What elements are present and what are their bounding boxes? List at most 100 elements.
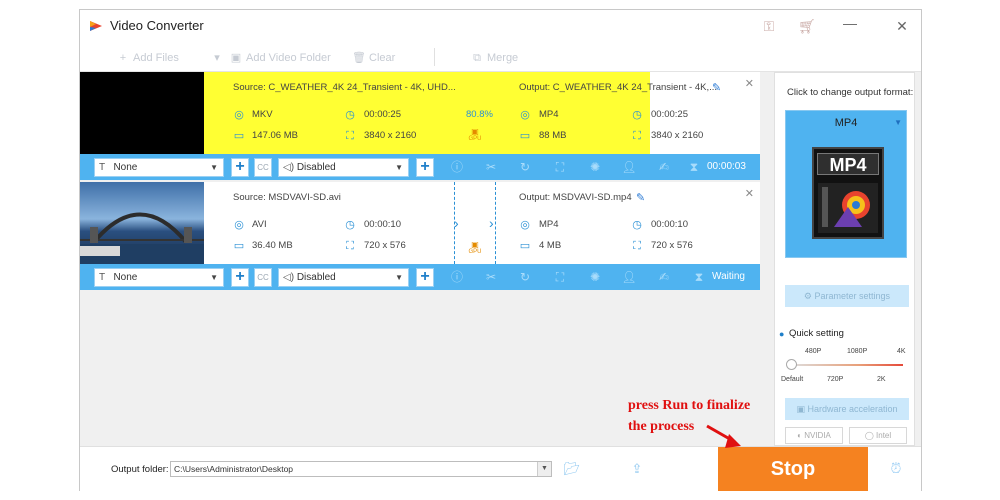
nvidia-chip[interactable]: ◐ NVIDIA bbox=[785, 427, 843, 444]
tick-label: 720P bbox=[827, 376, 844, 383]
task-row[interactable]: Source: MSDVAVI-SD.avi ◎ AVI ◷ 00:00:10 … bbox=[80, 182, 760, 264]
subtitle-dropdown[interactable]: T None ▼ bbox=[94, 268, 224, 287]
intel-chip[interactable]: ◯ Intel bbox=[849, 427, 907, 444]
annotation-arrow-icon bbox=[706, 424, 741, 448]
caret-down-icon: ▼ bbox=[395, 163, 403, 172]
source-duration: 00:00:25 bbox=[364, 109, 401, 120]
clock-icon: ◷ bbox=[632, 219, 642, 231]
clear-button[interactable]: 🗑︎ Clear bbox=[352, 50, 395, 66]
source-resolution: 3840 x 2160 bbox=[364, 130, 417, 141]
rotate-icon[interactable]: ↻ bbox=[517, 159, 533, 175]
output-format: MP4 bbox=[539, 219, 559, 230]
output-format-selector[interactable]: MP4 ▼ MP4 bbox=[785, 110, 907, 258]
watermark-icon[interactable]: 👤︎ bbox=[621, 269, 637, 285]
remove-task-icon[interactable]: ✕ bbox=[745, 77, 754, 90]
merge-button[interactable]: ⧉ Merge bbox=[470, 50, 518, 66]
text-icon: T bbox=[99, 162, 106, 173]
quick-setting-icon: ● bbox=[779, 329, 785, 339]
add-subtitle-button[interactable]: + bbox=[231, 158, 249, 177]
tick-label: Default bbox=[781, 376, 804, 383]
text-icon: T bbox=[99, 272, 106, 283]
quality-slider-handle[interactable] bbox=[786, 359, 797, 370]
window-title: Video Converter bbox=[110, 18, 204, 33]
source-size: 147.06 MB bbox=[252, 130, 298, 141]
output-folder-field[interactable]: C:\Users\Administrator\Desktop ▼ bbox=[170, 461, 552, 477]
parameter-settings-button[interactable]: ⚙ Parameter settings bbox=[785, 285, 909, 307]
resolution-icon: ⛶ bbox=[346, 130, 354, 142]
hardware-acceleration-label: Hardware acceleration bbox=[807, 404, 898, 414]
output-resolution: 720 x 576 bbox=[651, 240, 693, 251]
effects-icon[interactable]: ✺ bbox=[587, 159, 603, 175]
arrow-right-icon: › bbox=[489, 215, 494, 231]
source-size: 36.40 MB bbox=[252, 240, 293, 251]
audio-dropdown[interactable]: ◁) Disabled ▼ bbox=[278, 268, 409, 287]
task-status: Waiting bbox=[712, 271, 745, 282]
add-video-folder-button[interactable]: ▣ Add Video Folder bbox=[229, 50, 331, 66]
folder-icon: ▭ bbox=[519, 240, 531, 252]
speaker-icon: ◁) bbox=[283, 162, 295, 173]
cut-icon[interactable]: ✂ bbox=[483, 269, 499, 285]
subtitle-edit-icon[interactable]: ✍ bbox=[656, 269, 672, 285]
resolution-icon: ⛶ bbox=[633, 240, 641, 252]
hourglass-icon: ⧗ bbox=[689, 160, 699, 174]
output-duration: 00:00:10 bbox=[651, 219, 688, 230]
caret-down-icon[interactable]: ▼ bbox=[537, 462, 551, 476]
source-duration: 00:00:10 bbox=[364, 219, 401, 230]
watermark-icon[interactable]: 👤︎ bbox=[621, 159, 637, 175]
cc-icon[interactable]: CC bbox=[254, 268, 272, 287]
open-folder-icon[interactable]: ⇪ bbox=[628, 461, 646, 477]
task-status: 00:00:03 bbox=[707, 161, 746, 172]
gpu-label: GPU bbox=[468, 136, 482, 142]
tick-label: 480P bbox=[805, 348, 822, 355]
hardware-acceleration-button[interactable]: ▣ Hardware acceleration bbox=[785, 398, 909, 420]
effects-icon[interactable]: ✺ bbox=[587, 269, 603, 285]
cc-icon[interactable]: CC bbox=[254, 158, 272, 177]
minimize-button[interactable]: — bbox=[838, 12, 862, 34]
quick-setting-label: Quick setting bbox=[789, 328, 844, 339]
format-icon: ◎ bbox=[234, 219, 244, 231]
output-format-panel: Click to change output format: MP4 ▼ MP4… bbox=[774, 72, 915, 446]
source-name: Source: MSDVAVI-SD.avi bbox=[233, 192, 341, 203]
alarm-clock-icon[interactable]: ⏰︎ bbox=[887, 460, 905, 478]
rotate-icon[interactable]: ↻ bbox=[517, 269, 533, 285]
format-icon: ◎ bbox=[234, 109, 244, 121]
subtitle-edit-icon[interactable]: ✍ bbox=[656, 159, 672, 175]
close-button[interactable]: ✕ bbox=[890, 15, 914, 37]
caret-down-icon: ▼ bbox=[210, 273, 218, 282]
cut-icon[interactable]: ✂ bbox=[483, 159, 499, 175]
subtitle-value: None bbox=[113, 272, 138, 283]
folder-icon: ▭ bbox=[233, 240, 245, 252]
info-icon[interactable]: ⓘ bbox=[449, 159, 465, 175]
subtitle-dropdown[interactable]: T None ▼ bbox=[94, 158, 224, 177]
key-icon[interactable]: ⚿ bbox=[758, 16, 780, 36]
crop-icon[interactable]: ⛶ bbox=[552, 269, 568, 285]
cart-icon[interactable]: 🛒︎ bbox=[796, 16, 818, 36]
quality-slider-track[interactable] bbox=[791, 364, 903, 366]
intel-label: Intel bbox=[876, 431, 892, 440]
stop-button[interactable]: Stop bbox=[718, 447, 868, 491]
add-audio-button[interactable]: + bbox=[416, 158, 434, 177]
add-subtitle-button[interactable]: + bbox=[231, 268, 249, 287]
format-icon: ◎ bbox=[520, 219, 530, 231]
edit-icon[interactable]: ✎ bbox=[636, 191, 645, 204]
crop-icon[interactable]: ⛶ bbox=[552, 159, 568, 175]
edit-icon[interactable]: ✎ bbox=[712, 81, 721, 94]
remove-task-icon[interactable]: ✕ bbox=[745, 187, 754, 200]
clock-icon: ◷ bbox=[632, 109, 642, 121]
add-files-button[interactable]: + Add Files bbox=[116, 50, 179, 66]
add-audio-button[interactable]: + bbox=[416, 268, 434, 287]
mp4-format-icon: MP4 bbox=[812, 147, 884, 239]
panel-title: Click to change output format: bbox=[787, 87, 914, 98]
bridge-image bbox=[80, 212, 204, 264]
task-row[interactable]: Source: C_WEATHER_4K 24_Transient - 4K, … bbox=[80, 72, 760, 154]
tick-label: 4K bbox=[897, 348, 906, 355]
app-logo-icon bbox=[90, 21, 102, 31]
source-format: MKV bbox=[252, 109, 273, 120]
browse-folder-icon[interactable]: 📂︎ bbox=[563, 461, 581, 477]
info-icon[interactable]: ⓘ bbox=[449, 269, 465, 285]
hourglass-icon: ⧗ bbox=[694, 270, 704, 284]
add-files-dropdown[interactable]: ▾ bbox=[210, 50, 227, 66]
audio-dropdown[interactable]: ◁) Disabled ▼ bbox=[278, 158, 409, 177]
tick-label: 2K bbox=[877, 376, 886, 383]
clock-icon: ◷ bbox=[345, 219, 355, 231]
